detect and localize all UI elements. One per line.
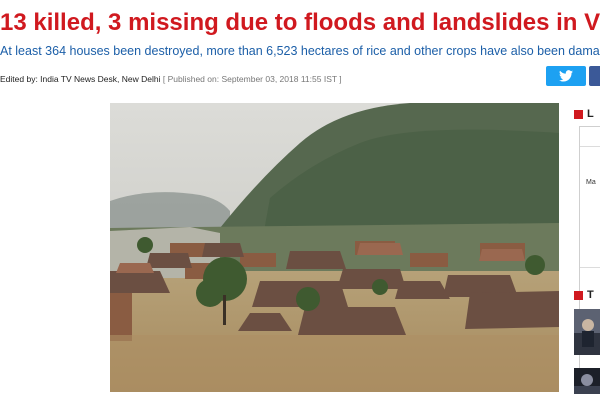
twitter-bird-icon — [559, 70, 573, 82]
article-headline: 13 killed, 3 missing due to floods and l… — [0, 9, 600, 36]
sidebar-widget-header — [580, 127, 600, 147]
sidebar-section-heading: L — [574, 107, 600, 121]
article-byline: Edited by: India TV News Desk, New Delhi… — [0, 72, 540, 86]
thumbnail-image — [574, 309, 600, 355]
sidebar-section-heading-2: T — [574, 288, 600, 302]
publish-date: [ Published on: September 03, 2018 11:55… — [162, 74, 342, 84]
facebook-share-button[interactable] — [589, 66, 600, 86]
sidebar-section-title-2: T — [587, 289, 594, 301]
divider — [580, 267, 600, 268]
sidebar-section-title: L — [587, 108, 594, 120]
red-square-icon — [574, 291, 583, 300]
sidebar-widget-text: Ma — [586, 179, 596, 186]
article-photo — [110, 103, 559, 392]
story-thumbnail[interactable] — [574, 368, 600, 394]
flood-village-photo — [110, 103, 559, 392]
sidebar: L Ma T — [566, 100, 600, 400]
thumbnail-image — [574, 368, 600, 394]
article-summary: At least 364 houses been destroyed, more… — [0, 44, 600, 58]
byline-editor: Edited by: India TV News Desk, New Delhi — [0, 74, 161, 84]
red-square-icon — [574, 110, 583, 119]
twitter-share-button[interactable] — [546, 66, 586, 86]
story-thumbnail[interactable] — [574, 309, 600, 355]
